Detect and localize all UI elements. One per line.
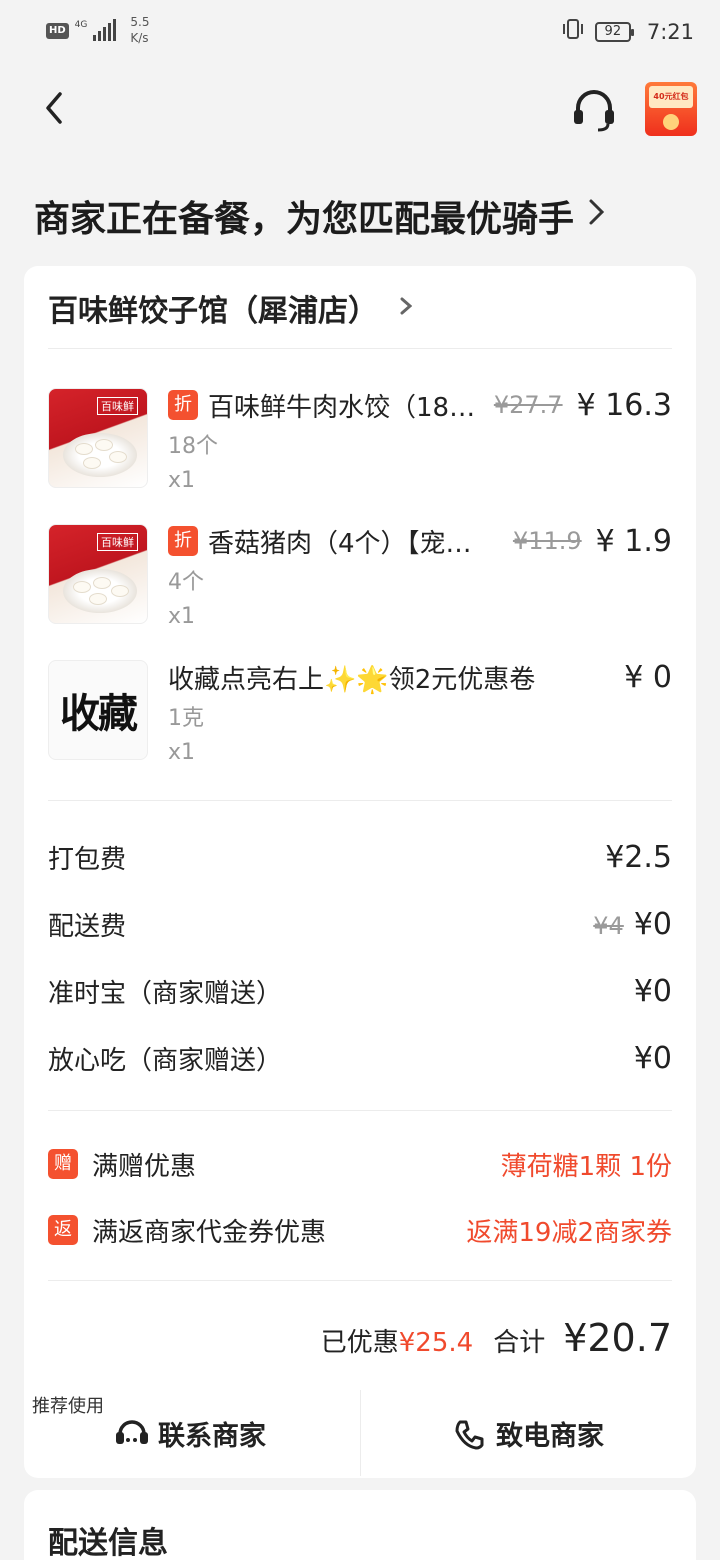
item-quantity: x1 [168, 468, 196, 493]
order-status-text: 商家正在备餐，为您匹配最优骑手 [34, 199, 575, 240]
promo-cashback: 返 满返商家代金券优惠 返满19减2商家券 [48, 1210, 672, 1250]
customer-service-button[interactable] [570, 88, 618, 132]
chat-icon [116, 1419, 148, 1444]
promo-value: 薄荷糖1颗 1份 [500, 1151, 672, 1182]
shop-link[interactable]: 百味鲜饺子馆（犀浦店） [48, 286, 413, 330]
promo-value: 返满19减2商家券 [466, 1217, 672, 1248]
divider [48, 800, 672, 801]
phone-icon [455, 1420, 484, 1449]
red-packet-seal-icon [663, 114, 679, 130]
item-name: 百味鲜牛肉水饺（18… [208, 392, 476, 423]
saved-value: ¥25.4 [398, 1328, 474, 1358]
status-bar: HD 4G 5.5 K/s 92 7:21 [0, 0, 720, 64]
fee-original: ¥4 [593, 911, 624, 940]
promo-label: 满赠优惠 [92, 1151, 197, 1182]
network-speed: 5.5 K/s [130, 14, 149, 46]
chevron-right-icon [400, 294, 413, 322]
promo-gift: 赠 满赠优惠 薄荷糖1颗 1份 [48, 1144, 672, 1184]
item-quantity: x1 [168, 740, 196, 765]
hd-badge: HD [46, 23, 69, 39]
total-value: ¥20.7 [563, 1316, 672, 1360]
fee-ontime-guarantee[interactable]: 准时宝（商家赠送） ¥0 [48, 971, 672, 1011]
fee-delivery: 配送费 ¥4 ¥0 [48, 904, 672, 944]
speed-value: 5.5 [130, 15, 150, 29]
back-arrow-icon [46, 92, 62, 124]
order-item[interactable]: 百味鲜 折 百味鲜牛肉水饺（18… ¥27.7 ¥ 16.3 18个 x1 [48, 388, 672, 498]
item-name: 香菇猪肉（4个）【宠… [208, 528, 472, 559]
item-spec: 1克 [168, 706, 204, 731]
red-packet-button[interactable]: 40元红包 [645, 82, 697, 136]
fee-value: ¥0 [633, 1040, 672, 1076]
contact-merchant-label: 联系商家 [158, 1421, 266, 1452]
item-quantity: x1 [168, 604, 196, 629]
contact-bar: 推荐使用 联系商家 致电商家 [24, 1386, 696, 1478]
item-image-brand: 百味鲜 [97, 533, 138, 551]
discount-badge: 折 [168, 390, 198, 420]
delivery-info-title: 配送信息 [48, 1526, 168, 1560]
item-image-brand: 百味鲜 [97, 397, 138, 415]
fee-value: ¥0 [633, 973, 672, 1009]
signal-icon [93, 19, 117, 41]
recommend-tag: 推荐使用 [32, 1396, 104, 1417]
fee-label: 打包费 [48, 844, 127, 875]
order-total: 已优惠 ¥25.4 合计 ¥20.7 [321, 1316, 672, 1360]
divider [48, 1110, 672, 1111]
order-item[interactable]: 百味鲜 折 香菇猪肉（4个）【宠… ¥11.9 ¥ 1.9 4个 x1 [48, 524, 672, 634]
red-packet-label: 40元红包 [649, 86, 693, 108]
cashback-badge: 返 [48, 1215, 78, 1245]
headset-icon [574, 90, 614, 132]
chevron-right-icon [588, 197, 606, 235]
shop-name: 百味鲜饺子馆（犀浦店） [48, 294, 378, 329]
fee-label: 准时宝（商家赠送） [48, 978, 283, 1009]
item-image: 百味鲜 [48, 388, 148, 488]
back-button[interactable] [38, 88, 78, 128]
item-image: 百味鲜 [48, 524, 148, 624]
item-name: 收藏点亮右上✨🌟领2元优惠卷 [168, 664, 536, 695]
order-item[interactable]: 收藏 收藏点亮右上✨🌟领2元优惠卷 ¥ 0 1克 x1 [48, 660, 672, 770]
gift-badge: 赠 [48, 1149, 78, 1179]
vibrate-icon [561, 18, 585, 45]
divider [360, 1390, 361, 1476]
network-type: 4G [74, 20, 88, 30]
item-image: 收藏 [48, 660, 148, 760]
fee-value: ¥0 [633, 906, 672, 942]
item-price: ¥ 16.3 [576, 387, 672, 423]
fee-food-safety[interactable]: 放心吃（商家赠送） ¥0 [48, 1038, 672, 1078]
item-price: ¥ 1.9 [595, 523, 672, 559]
order-status-title[interactable]: 商家正在备餐，为您匹配最优骑手 [34, 190, 606, 242]
item-original-price: ¥27.7 [493, 391, 563, 419]
fee-label: 配送费 [48, 911, 127, 942]
item-original-price: ¥11.9 [512, 527, 582, 555]
item-price: ¥ 0 [624, 659, 672, 695]
divider [48, 348, 672, 349]
saved-label: 已优惠 [320, 1328, 399, 1358]
total-label: 合计 [493, 1328, 546, 1358]
order-card: 百味鲜饺子馆（犀浦店） 百味鲜 折 百味鲜牛肉水饺（18… ¥27.7 ¥ 16… [24, 266, 696, 1478]
divider [48, 1280, 672, 1281]
battery-icon: 92 [594, 21, 634, 42]
delivery-info-card: 配送信息 [24, 1490, 696, 1560]
item-spec: 18个 [168, 434, 218, 459]
contact-merchant-button[interactable]: 联系商家 [114, 1414, 266, 1453]
call-merchant-button[interactable]: 致电商家 [452, 1414, 604, 1453]
promo-label: 满返商家代金券优惠 [92, 1217, 327, 1248]
fee-packing: 打包费 ¥2.5 [48, 837, 672, 877]
fee-label: 放心吃（商家赠送） [48, 1045, 283, 1076]
call-merchant-label: 致电商家 [496, 1421, 604, 1452]
item-spec: 4个 [168, 570, 204, 595]
fee-value: ¥2.5 [605, 839, 672, 875]
discount-badge: 折 [168, 526, 198, 556]
clock: 7:21 [646, 19, 694, 44]
speed-unit: K/s [130, 31, 149, 45]
